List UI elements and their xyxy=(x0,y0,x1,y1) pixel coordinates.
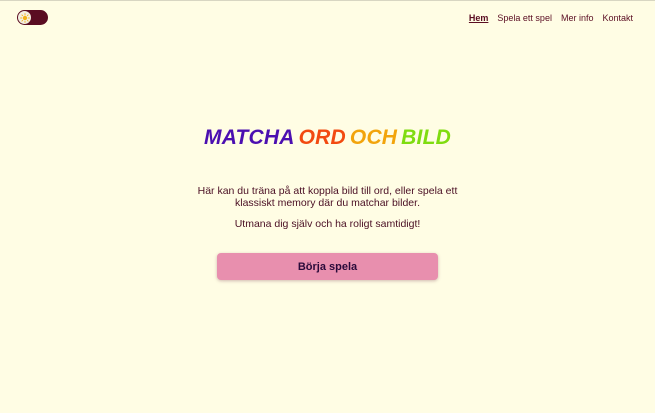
title-word-ord: ORD xyxy=(298,126,346,149)
start-game-button[interactable]: Börja spela xyxy=(217,253,438,280)
sun-icon xyxy=(19,12,30,23)
title-word-matcha: MATCHA xyxy=(204,126,295,149)
nav-link-mer-info[interactable]: Mer info xyxy=(561,13,594,23)
top-border xyxy=(0,0,655,1)
description-text: Här kan du träna på att koppla bild till… xyxy=(197,185,458,209)
title-word-och: OCH xyxy=(349,126,398,149)
title-word-bild: BILD xyxy=(401,126,451,149)
main-nav: Hem Spela ett spel Mer info Kontakt xyxy=(469,13,633,23)
nav-link-hem[interactable]: Hem xyxy=(469,13,489,23)
toggle-knob xyxy=(18,11,31,24)
theme-toggle[interactable] xyxy=(17,10,48,25)
tagline-text: Utmana dig själv och ha roligt samtidigt… xyxy=(234,218,421,230)
nav-link-kontakt[interactable]: Kontakt xyxy=(602,13,633,23)
intro-text: Här kan du träna på att koppla bild till… xyxy=(0,185,655,231)
page-title: MATCHA ORD OCH BILD xyxy=(0,126,655,150)
nav-link-spela-ett-spel[interactable]: Spela ett spel xyxy=(497,13,552,23)
